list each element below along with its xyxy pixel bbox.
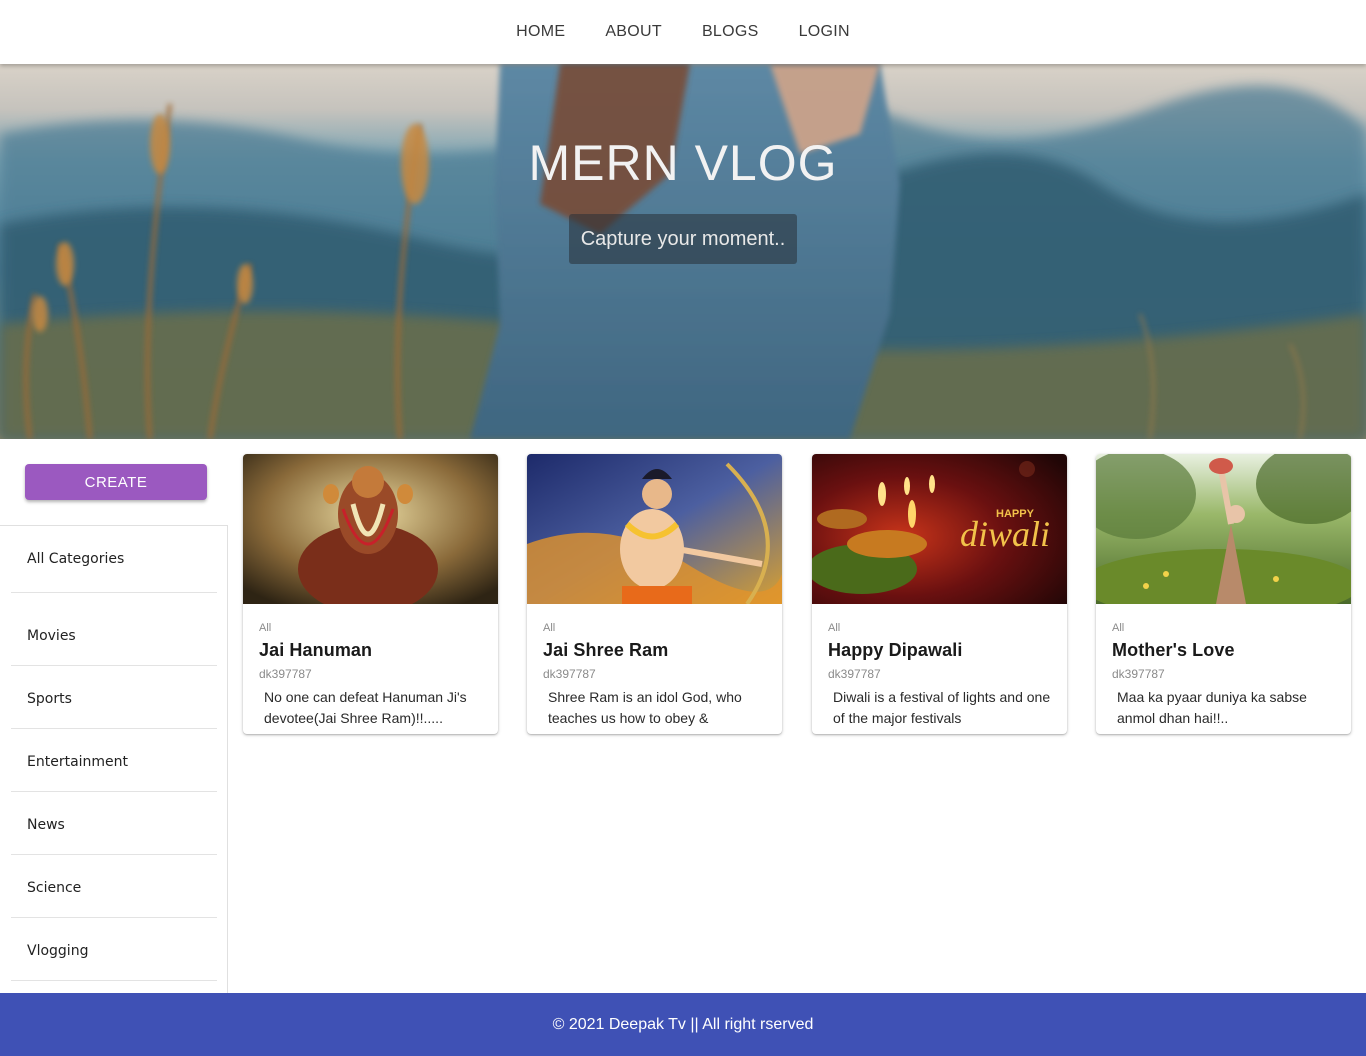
post-card[interactable]: HAPPY diwali All Happy Dipawali dk397787… — [812, 454, 1067, 734]
category-all[interactable]: All Categories — [11, 526, 217, 593]
post-image: HAPPY diwali — [812, 454, 1067, 604]
post-author: dk397787 — [828, 667, 881, 681]
post-card[interactable]: All Mother's Love dk397787 Maa ka pyaar … — [1096, 454, 1351, 734]
hero-banner: MERN VLOG Capture your moment.. — [0, 64, 1366, 439]
hero-title: MERN VLOG — [528, 135, 838, 191]
post-image — [527, 454, 782, 604]
category-list: All Categories Movies Sports Entertainme… — [0, 525, 228, 995]
post-category: All — [543, 622, 556, 634]
category-vlogging[interactable]: Vlogging — [11, 922, 217, 981]
category-sports[interactable]: Sports — [11, 670, 217, 729]
category-science[interactable]: Science — [11, 859, 217, 918]
post-image — [243, 454, 498, 604]
post-description: No one can defeat Hanuman Ji's devotee(J… — [264, 689, 467, 726]
post-description: Diwali is a festival of lights and one o… — [833, 689, 1051, 726]
post-category: All — [259, 622, 272, 634]
post-author: dk397787 — [543, 667, 596, 681]
category-entertainment[interactable]: Entertainment — [11, 733, 217, 792]
nav-login-link[interactable]: LOGIN — [799, 23, 850, 41]
hero-subtitle-box: Capture your moment.. — [569, 214, 797, 264]
category-news[interactable]: News — [11, 796, 217, 855]
footer: © 2021 Deepak Tv || All right rserved — [0, 993, 1366, 1056]
footer-copyright: © 2021 Deepak Tv || All right rserved — [552, 1015, 814, 1033]
post-card[interactable]: All Jai Shree Ram dk397787 Shree Ram is … — [527, 454, 782, 734]
post-image-caption-big: diwali — [960, 514, 1050, 554]
post-image — [1096, 454, 1351, 604]
post-title: Jai Hanuman — [259, 640, 373, 660]
category-movies[interactable]: Movies — [11, 607, 217, 666]
post-description: Maa ka pyaar duniya ka sabse anmol dhan … — [1117, 689, 1307, 726]
top-navbar: HOME ABOUT BLOGS LOGIN — [0, 0, 1366, 64]
post-description: Shree Ram is an idol God, who teaches us… — [548, 689, 742, 726]
post-category: All — [1112, 622, 1125, 634]
post-title: Happy Dipawali — [828, 640, 963, 660]
post-title: Jai Shree Ram — [543, 640, 669, 660]
nav-home-link[interactable]: HOME — [516, 23, 565, 41]
post-author: dk397787 — [259, 667, 312, 681]
nav-blogs-link[interactable]: BLOGS — [702, 23, 759, 41]
post-category: All — [828, 622, 841, 634]
post-author: dk397787 — [1112, 667, 1165, 681]
nav-about-link[interactable]: ABOUT — [605, 23, 662, 41]
hero-subtitle: Capture your moment.. — [580, 227, 786, 250]
post-card[interactable]: All Jai Hanuman dk397787 No one can defe… — [243, 454, 498, 734]
create-button[interactable]: CREATE — [25, 464, 207, 500]
post-title: Mother's Love — [1112, 640, 1235, 660]
